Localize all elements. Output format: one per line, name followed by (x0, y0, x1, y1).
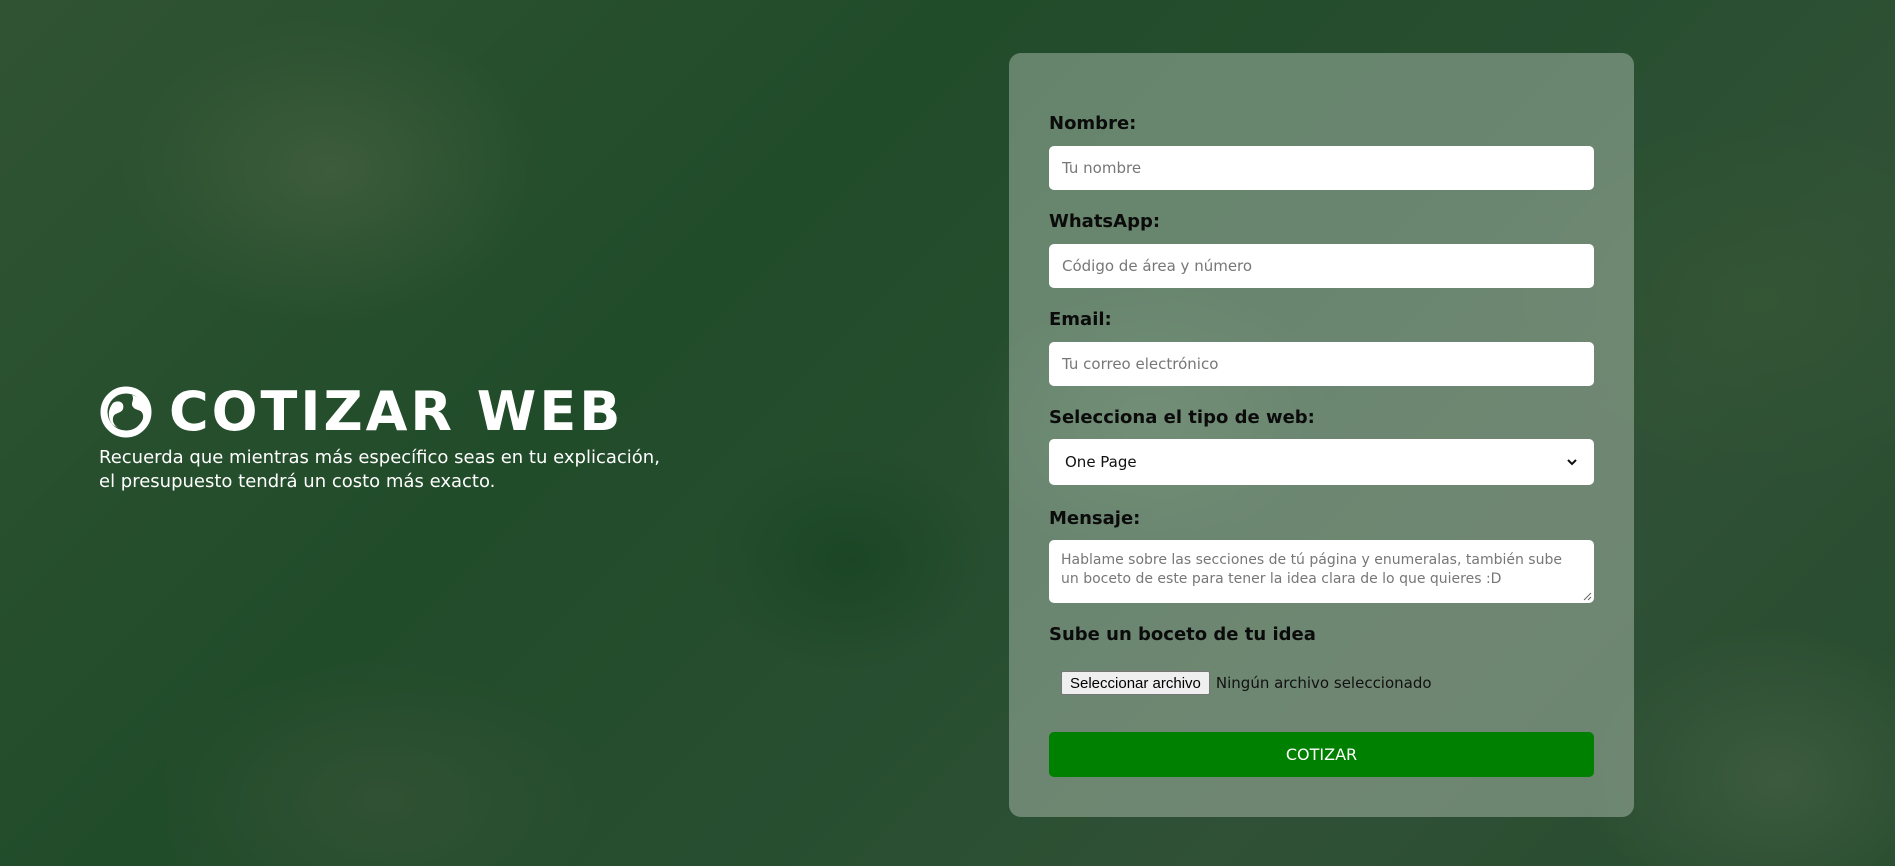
name-label: Nombre: (1049, 113, 1137, 134)
submit-button[interactable]: COTIZAR (1049, 732, 1594, 777)
message-placeholder: Hablame sobre las secciones de tú página… (1061, 552, 1562, 587)
page: COTIZAR WEB Recuerda que mientras más es… (0, 0, 1895, 866)
page-title-text: COTIZAR WEB (169, 380, 624, 443)
file-status: Ningún archivo seleccionado (1215, 674, 1432, 692)
upload-label: Sube un boceto de tu idea (1049, 624, 1316, 645)
name-input[interactable] (1049, 146, 1594, 190)
hero-section: COTIZAR WEB Recuerda que mientras más es… (99, 380, 679, 494)
web-type-selected-value: One Page (1065, 453, 1137, 471)
email-label: Email: (1049, 309, 1112, 330)
email-input[interactable] (1049, 342, 1594, 386)
web-type-label: Selecciona el tipo de web: (1049, 407, 1315, 428)
select-file-button[interactable]: Seleccionar archivo (1061, 671, 1210, 695)
web-type-select[interactable]: One Page (1049, 439, 1594, 485)
chevron-down-icon (1567, 459, 1577, 466)
globe-icon (100, 386, 152, 438)
quote-form: Nombre: WhatsApp: Email: Selecciona el t… (1009, 53, 1634, 817)
page-subtitle: Recuerda que mientras más específico sea… (99, 447, 660, 492)
whatsapp-label: WhatsApp: (1049, 211, 1161, 232)
resize-handle-icon[interactable] (1582, 591, 1592, 601)
message-label: Mensaje: (1049, 508, 1141, 529)
page-title: COTIZAR WEB (99, 380, 679, 444)
file-upload: Seleccionar archivo Ningún archivo selec… (1061, 671, 1432, 695)
whatsapp-input[interactable] (1049, 244, 1594, 288)
message-textarea[interactable]: Hablame sobre las secciones de tú página… (1049, 540, 1594, 603)
